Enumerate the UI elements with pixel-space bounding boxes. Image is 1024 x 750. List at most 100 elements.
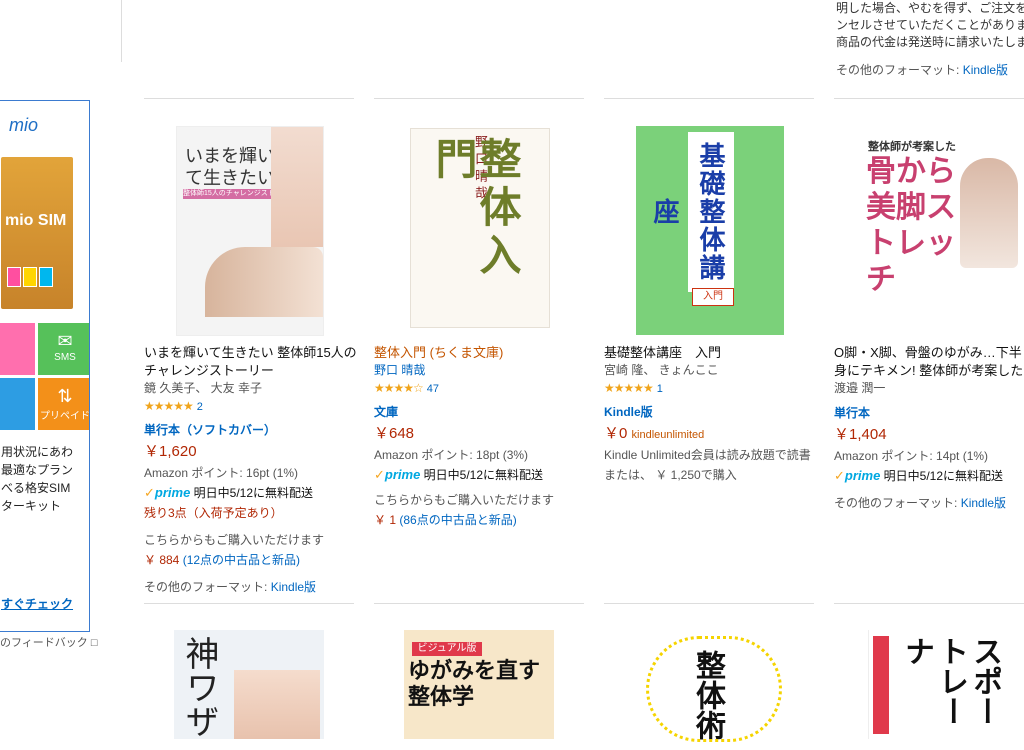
divider xyxy=(121,0,122,62)
text-line: 明した場合、やむを得ず、ご注文をキ xyxy=(836,1,1024,15)
product-title-link[interactable]: O脚・X脚、骨盤のゆがみ…下半身にテキメン! 整体師が考案した 骨から美脚ストレ… xyxy=(834,344,1024,380)
product-authors: 宮崎 隆、 きょんここ xyxy=(604,363,719,377)
cover-title: 骨から美脚ストレッチ xyxy=(866,155,956,296)
cover-header: 整体師が考案した xyxy=(868,141,956,153)
divider xyxy=(834,603,1024,604)
cover-decoration xyxy=(873,636,889,734)
kindle-link[interactable]: Kindle版 xyxy=(963,63,1008,77)
star-rating[interactable]: ★★★★☆ 47 xyxy=(374,381,589,395)
cover-photo xyxy=(234,670,320,739)
review-count[interactable]: 47 xyxy=(427,383,439,395)
stars-icon: ★★★★★ xyxy=(604,381,654,395)
product-title-link[interactable]: いまを輝いて生きたい 整体師15人のチャレンジストーリー xyxy=(144,345,357,378)
price-row: ￥0 kindleunlimited xyxy=(604,422,819,443)
tile-prepaid: ⇅ プリペイド xyxy=(38,378,89,430)
book-cover[interactable]: 基礎整体講座 入門 xyxy=(636,126,784,335)
product-authors: 渡邉 潤一 xyxy=(834,381,886,395)
review-count[interactable]: 2 xyxy=(197,401,203,413)
ad-cta-link[interactable]: すぐチェック xyxy=(1,595,73,612)
divider xyxy=(144,98,354,99)
ku-text: Kindle Unlimited会員は読み放題で読書 xyxy=(604,448,811,462)
price: ￥0 xyxy=(604,425,628,442)
format-link[interactable]: 文庫 xyxy=(374,403,589,420)
ad-brand: mio xyxy=(9,115,39,135)
sim-icon xyxy=(7,267,21,287)
other-formats-label: その他のフォーマット: xyxy=(144,580,268,594)
ad-line: ターキット xyxy=(1,499,62,513)
prime-logo: ✓prime xyxy=(374,467,421,482)
product-card: 整体入門 (ちくま文庫) 野口 晴哉 ★★★★☆ 47 文庫 ￥648 Amazo… xyxy=(374,344,589,528)
product-title-link[interactable]: 基礎整体講座 入門 xyxy=(604,345,721,360)
format-link[interactable]: Kindle版 xyxy=(604,403,819,420)
book-cover[interactable]: 整体師が考案した 骨から美脚ストレッチ xyxy=(866,124,1024,334)
book-cover[interactable]: いまを輝いて生きたい 整体師15人のチャレンジストーリー xyxy=(176,126,324,336)
book-cover[interactable]: 整体術 xyxy=(636,630,786,742)
kindle-link[interactable]: Kindle版 xyxy=(961,496,1006,510)
book-cover[interactable]: スポートレーナ xyxy=(868,630,1019,739)
cover-photo xyxy=(205,247,323,317)
delivery-text: 明日中5/12に無料配送 xyxy=(883,469,1004,483)
delivery-row: ✓prime 明日中5/12に無料配送 xyxy=(144,484,359,501)
alt-price[interactable]: または、 ￥ 1,250で購入 xyxy=(604,466,819,483)
cover-photo xyxy=(960,158,1018,268)
other-buy-label: こちらからもご購入いただけます xyxy=(374,493,555,507)
stock-status: 残り3点（入荷予定あり） xyxy=(144,506,283,520)
tile-sms: ✉ SMS xyxy=(38,323,89,375)
kindle-link[interactable]: Kindle版 xyxy=(271,580,316,594)
star-rating[interactable]: ★★★★★ 1 xyxy=(604,381,819,395)
price: ￥1,404 xyxy=(834,426,887,443)
format-link[interactable]: 単行本（ソフトカバー） xyxy=(144,421,359,438)
other-formats-label: その他のフォーマット: xyxy=(836,63,960,77)
prime-logo: ✓prime xyxy=(144,485,191,500)
book-cover[interactable]: ビジュアル版 ゆがみを直す整体学 xyxy=(404,630,554,739)
text-line: 商品の代金は発送時に請求いたします xyxy=(836,35,1024,49)
divider xyxy=(144,603,354,604)
divider xyxy=(374,98,584,99)
top-right-text: 明した場合、やむを得ず、ご注文をキ ンセルさせていただくことがあります 商品の代… xyxy=(836,0,1024,79)
delivery-row: ✓prime 明日中5/12に無料配送 xyxy=(834,467,1024,484)
sidebar-ad[interactable]: mio mio SIM ✉ SMS ⇅ プリペイド 用状況にあわ 最適なプラン … xyxy=(0,100,90,632)
used-offers-link[interactable]: ￥ 1 (86点の中古品と新品) xyxy=(374,511,589,528)
tile-voice xyxy=(0,323,35,375)
book-cover[interactable]: 神ワザ xyxy=(174,630,324,739)
divider xyxy=(374,603,584,604)
used-offers-link[interactable]: ￥ 884 (12点の中古品と新品) xyxy=(144,551,359,568)
stars-icon: ★★★★☆ xyxy=(374,381,424,395)
other-formats-label: その他のフォーマット: xyxy=(834,496,958,510)
other-formats: その他のフォーマット: Kindle版 xyxy=(836,62,1024,79)
cover-decoration xyxy=(646,636,782,742)
product-card: O脚・X脚、骨盤のゆがみ…下半身にテキメン! 整体師が考案した 骨から美脚ストレ… xyxy=(834,344,1024,511)
kindle-unlimited-logo: kindleunlimited xyxy=(631,429,705,441)
author-link[interactable]: 野口 晴哉 xyxy=(374,363,425,377)
star-rating[interactable]: ★★★★★ 2 xyxy=(144,399,359,413)
stars-icon: ★★★★★ xyxy=(144,399,194,413)
sim-label: mio SIM xyxy=(5,212,67,229)
format-link[interactable]: 単行本 xyxy=(834,404,1024,421)
ad-feedback-link[interactable]: のフィードバック □ xyxy=(0,634,98,650)
divider xyxy=(604,603,814,604)
divider xyxy=(604,98,814,99)
points: Amazon ポイント: 16pt (1%) xyxy=(144,466,299,480)
cover-tag: 入門 xyxy=(692,288,734,306)
arrows-icon: ⇅ xyxy=(57,386,73,406)
used-count: (86点の中古品と新品) xyxy=(399,513,517,527)
used-price: ￥ 884 xyxy=(144,553,180,567)
cover-photo xyxy=(271,127,323,247)
ad-line: 最適なプラン xyxy=(1,463,74,477)
delivery-text: 明日中5/12に無料配送 xyxy=(193,486,314,500)
product-title-link[interactable]: 整体入門 (ちくま文庫) xyxy=(374,345,503,360)
sim-icon xyxy=(23,267,37,287)
check-icon: ✓ xyxy=(144,485,155,500)
points: Amazon ポイント: 18pt (3%) xyxy=(374,448,529,462)
points: Amazon ポイント: 14pt (1%) xyxy=(834,449,989,463)
cover-title: 整体入門 xyxy=(430,137,521,281)
check-icon: ✓ xyxy=(374,467,385,482)
delivery-row: ✓prime 明日中5/12に無料配送 xyxy=(374,466,589,483)
book-cover[interactable]: 野口晴哉 整体入門 xyxy=(410,128,550,328)
cover-title: スポートレーナ xyxy=(900,636,1001,726)
other-buy-label: こちらからもご購入いただけます xyxy=(144,533,325,547)
price: ￥1,620 xyxy=(144,443,197,460)
product-card: 基礎整体講座 入門 宮崎 隆、 きょんここ ★★★★★ 1 Kindle版 ￥0 … xyxy=(604,344,819,483)
product-authors: 野口 晴哉 xyxy=(374,362,589,378)
review-count[interactable]: 1 xyxy=(657,383,663,395)
